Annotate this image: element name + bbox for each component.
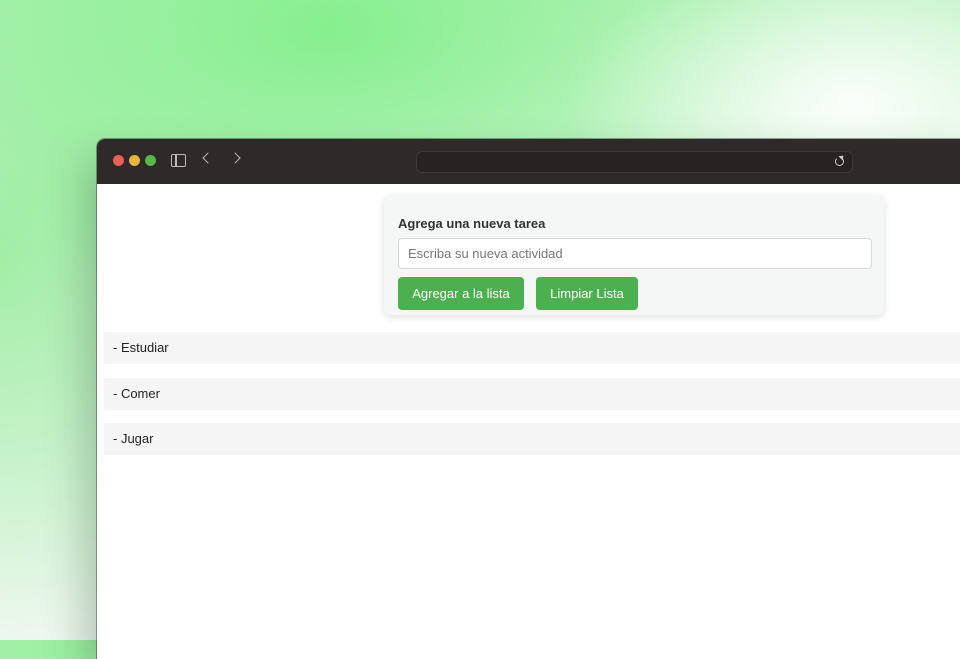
form-label: Agrega una nueva tarea bbox=[398, 216, 546, 231]
sidebar-icon[interactable] bbox=[171, 152, 186, 170]
reload-icon[interactable] bbox=[835, 157, 844, 166]
close-dot-icon[interactable] bbox=[113, 155, 124, 166]
address-bar[interactable] bbox=[416, 151, 853, 173]
page-content: Agrega una nueva tarea Agregar a la list… bbox=[97, 184, 960, 659]
task-input[interactable] bbox=[398, 238, 872, 269]
list-item[interactable]: - Comer bbox=[104, 377, 960, 410]
clear-list-button[interactable]: Limpiar Lista bbox=[536, 277, 638, 310]
add-to-list-button[interactable]: Agregar a la lista bbox=[398, 277, 524, 310]
task-list: - Estudiar - Comer - Jugar bbox=[104, 332, 960, 469]
forward-arrow-icon[interactable] bbox=[229, 152, 241, 164]
browser-toolbar bbox=[97, 139, 960, 185]
zoom-dot-icon[interactable] bbox=[145, 155, 156, 166]
browser-window: Agrega una nueva tarea Agregar a la list… bbox=[97, 139, 960, 659]
list-item[interactable]: - Estudiar bbox=[104, 332, 960, 364]
minimize-dot-icon[interactable] bbox=[129, 155, 140, 166]
back-arrow-icon[interactable] bbox=[202, 152, 214, 164]
new-task-form: Agrega una nueva tarea Agregar a la list… bbox=[384, 195, 884, 315]
list-item[interactable]: - Jugar bbox=[104, 423, 960, 455]
